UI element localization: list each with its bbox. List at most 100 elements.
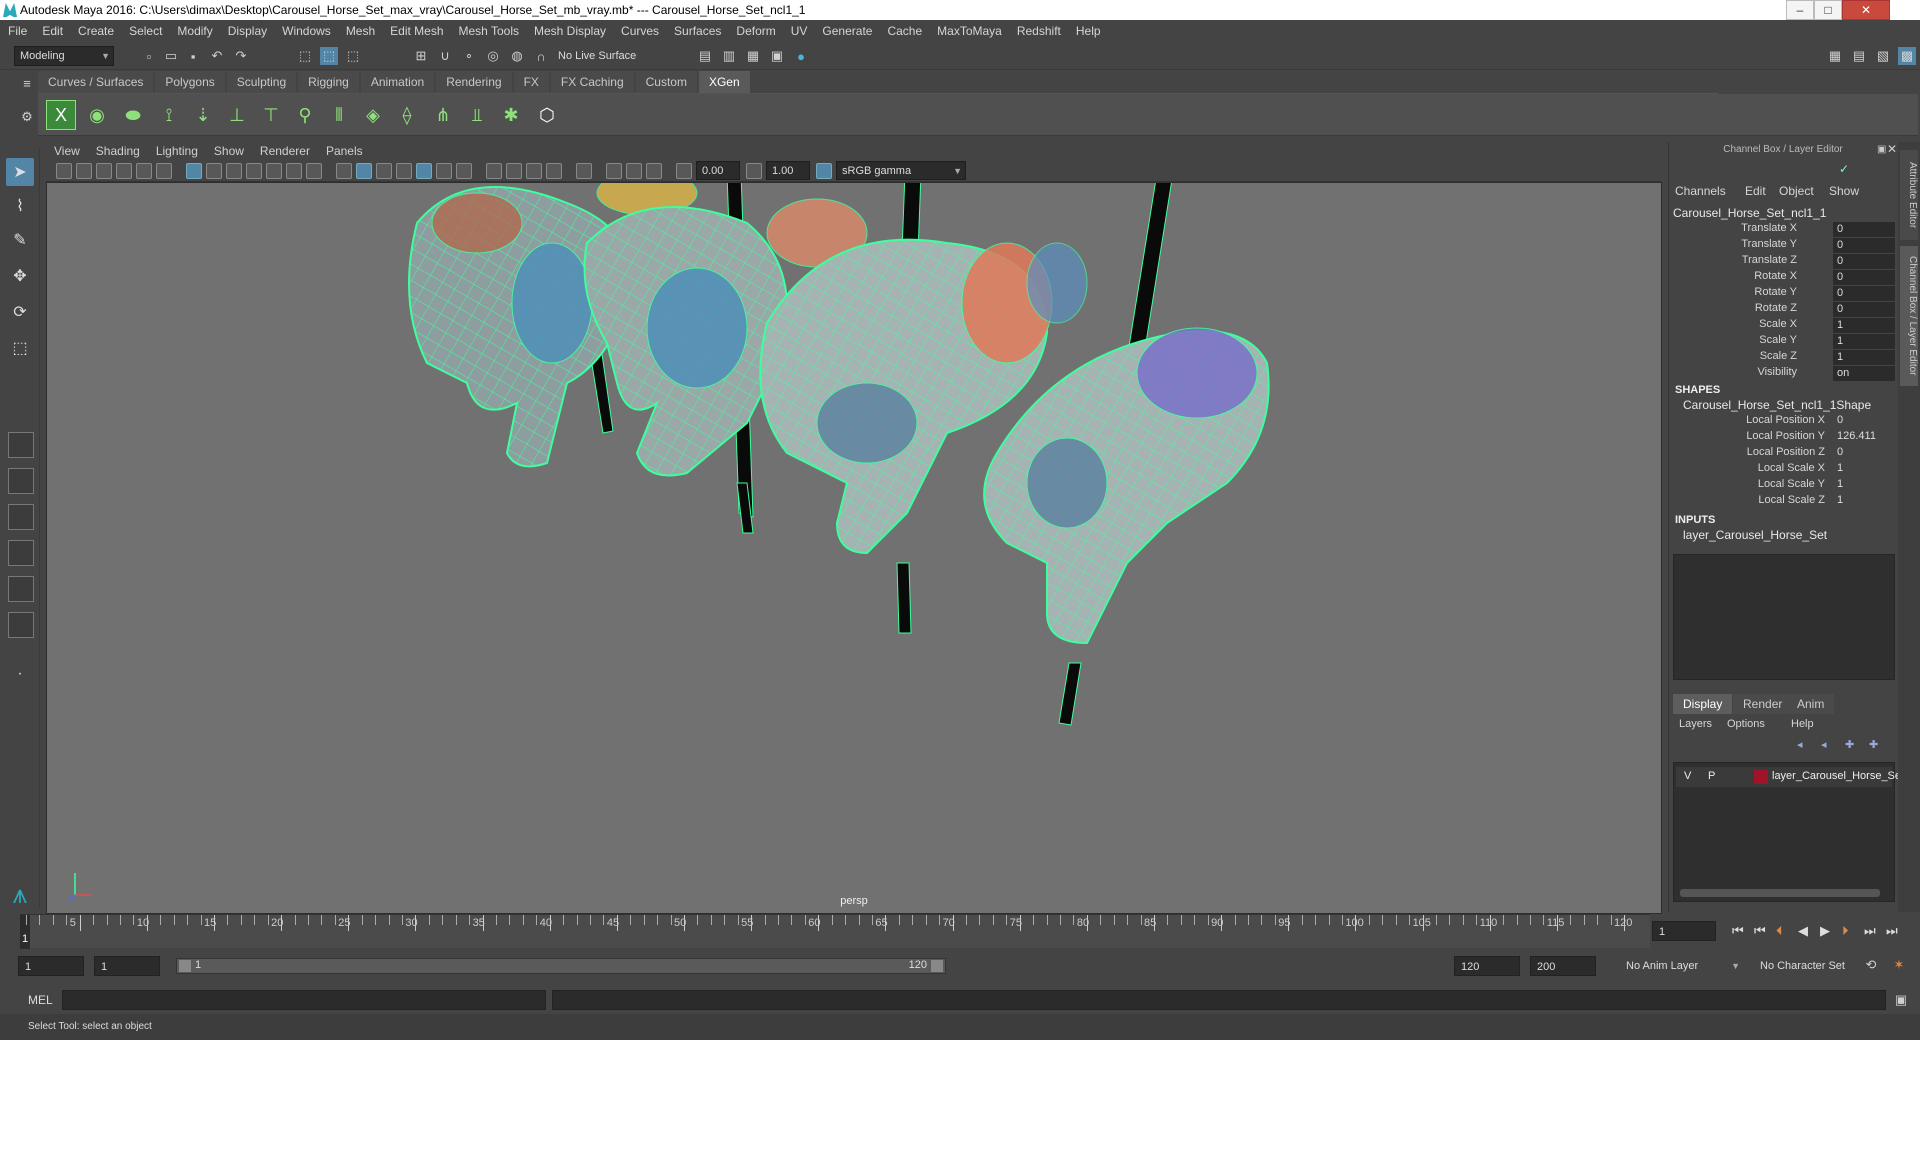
undo-icon[interactable]: ↶ <box>208 47 226 65</box>
menu-edit-mesh[interactable]: Edit Mesh <box>390 24 443 38</box>
rotate-tool-icon[interactable]: ⟳ <box>6 298 34 326</box>
menu-mesh[interactable]: Mesh <box>346 24 375 38</box>
playback-start-field[interactable]: 1 <box>94 956 160 976</box>
snap-surface-icon[interactable]: ◍ <box>508 47 526 65</box>
playback-end-field[interactable]: 120 <box>1454 956 1520 976</box>
layer-menu-layers[interactable]: Layers <box>1679 718 1712 730</box>
mode-dropdown[interactable]: Modeling ▼ <box>14 46 114 66</box>
shape-attr-value[interactable]: 0 <box>1837 414 1843 426</box>
move-layer-down-icon[interactable]: ◂ <box>1821 738 1827 751</box>
hypershade-icon[interactable]: ● <box>792 47 810 65</box>
xgen-guide-sculpt-icon[interactable]: ⊤ <box>256 100 286 130</box>
isolate-select-icon[interactable] <box>576 163 592 179</box>
menu-modify[interactable]: Modify <box>177 24 212 38</box>
layer-list-scrollbar[interactable] <box>1680 889 1880 897</box>
xray-active-icon[interactable] <box>626 163 642 179</box>
current-time-field[interactable]: 1 <box>1652 921 1716 941</box>
layer-menu-options[interactable]: Options <box>1727 718 1765 730</box>
channel-value[interactable]: 0 <box>1833 222 1895 237</box>
menu-windows[interactable]: Windows <box>282 24 331 38</box>
paint-select-icon[interactable]: ✎ <box>6 226 34 254</box>
render-sequence-icon[interactable]: ▥ <box>720 47 738 65</box>
default-material-icon[interactable] <box>376 163 392 179</box>
smooth-shade-icon[interactable] <box>356 163 372 179</box>
xgen-primitive-icon[interactable]: ⬬ <box>118 100 148 130</box>
channel-translate-x[interactable]: Translate X 0 <box>1669 222 1897 238</box>
safe-title-icon[interactable] <box>306 163 322 179</box>
channel-translate-z[interactable]: Translate Z 0 <box>1669 254 1897 270</box>
layer-visibility-toggle[interactable]: V <box>1684 770 1691 782</box>
menu-edit[interactable]: Edit <box>42 24 63 38</box>
safe-action-icon[interactable] <box>286 163 302 179</box>
modeling-toolkit-icon[interactable]: ▦ <box>1826 47 1844 65</box>
command-input[interactable] <box>62 990 546 1010</box>
menu-create[interactable]: Create <box>78 24 114 38</box>
channel-visibility[interactable]: Visibility on <box>1669 366 1897 382</box>
shape-attr-value[interactable]: 0 <box>1837 446 1843 458</box>
tab-anim[interactable]: Anim <box>1787 694 1835 714</box>
tab-display[interactable]: Display <box>1673 694 1733 714</box>
menu-help[interactable]: Help <box>1076 24 1101 38</box>
end-time-field[interactable]: 200 <box>1530 956 1596 976</box>
tab-sculpting[interactable]: Sculpting <box>226 71 297 93</box>
step-back-key-icon[interactable]: ⏮ <box>1754 923 1766 939</box>
channel-rotate-x[interactable]: Rotate X 0 <box>1669 270 1897 286</box>
channel-rotate-z[interactable]: Rotate Z 0 <box>1669 302 1897 318</box>
menu-display[interactable]: Display <box>228 24 267 38</box>
gate-mask-icon[interactable] <box>246 163 262 179</box>
tab-curves-surfaces[interactable]: Curves / Surfaces <box>38 71 154 93</box>
new-layer-selected-icon[interactable]: ✚ <box>1869 738 1878 751</box>
wireframe-on-shaded-icon[interactable] <box>396 163 412 179</box>
viewport-menu-panels[interactable]: Panels <box>326 144 363 158</box>
menu-mesh-display[interactable]: Mesh Display <box>534 24 606 38</box>
select-hierarchy-icon[interactable]: ⬚ <box>296 47 314 65</box>
ambient-occlusion-icon[interactable] <box>486 163 502 179</box>
close-button[interactable]: ✕ <box>1842 0 1890 20</box>
grease-pencil-icon[interactable] <box>156 163 172 179</box>
bookmark-icon[interactable] <box>96 163 112 179</box>
menu-maxtomaya[interactable]: MaxToMaya <box>937 24 1002 38</box>
close-panel-icon[interactable]: ✕ <box>1887 142 1897 156</box>
viewport-menu-show[interactable]: Show <box>214 144 244 158</box>
script-language-label[interactable]: MEL <box>28 993 53 1007</box>
camera-icon[interactable] <box>56 163 72 179</box>
time-slider[interactable]: 1 5 10 15 20 25 30 35 40 45 50 55 60 65 70 75 80 85 90 95 1… <box>20 914 1650 949</box>
cb-menu-object[interactable]: Object <box>1779 184 1814 198</box>
tab-channel-box-layer-editor[interactable]: Channel Box / Layer Editor <box>1900 246 1918 386</box>
xgen-comb-icon[interactable]: ⫫ <box>462 100 492 130</box>
new-layer-icon[interactable]: ✚ <box>1845 738 1854 751</box>
scale-tool-icon[interactable]: ⬚ <box>6 334 34 362</box>
tab-attribute-editor[interactable]: Attribute Editor <box>1900 150 1918 240</box>
magnet-icon[interactable]: ∩ <box>532 47 550 65</box>
menu-mesh-tools[interactable]: Mesh Tools <box>459 24 519 38</box>
cb-menu-show[interactable]: Show <box>1829 184 1859 198</box>
channel-value[interactable]: 0 <box>1833 270 1895 285</box>
channel-translate-y[interactable]: Translate Y 0 <box>1669 238 1897 254</box>
save-scene-icon[interactable]: ▪ <box>184 47 202 65</box>
script-editor-icon[interactable]: ▣ <box>1892 991 1910 1009</box>
float-panel-icon[interactable]: ▣ <box>1877 144 1886 155</box>
use-all-lights-icon[interactable] <box>436 163 452 179</box>
xgen-preview-icon[interactable]: ◉ <box>82 100 112 130</box>
exposure-field[interactable]: 0.00 <box>696 161 740 180</box>
two-d-pan-icon[interactable] <box>136 163 152 179</box>
shape-local-position-x[interactable]: Local Position X 0 <box>1669 414 1897 430</box>
open-scene-icon[interactable]: ▭ <box>162 47 180 65</box>
exposure-icon[interactable] <box>676 163 692 179</box>
wireframe-icon[interactable] <box>336 163 352 179</box>
shape-local-position-y[interactable]: Local Position Y 126.411 <box>1669 430 1897 446</box>
shape-attr-value[interactable]: 1 <box>1837 478 1843 490</box>
menu-file[interactable]: File <box>8 24 27 38</box>
tab-xgen[interactable]: XGen <box>698 71 750 93</box>
field-chart-icon[interactable] <box>266 163 282 179</box>
shape-local-scale-z[interactable]: Local Scale Z 1 <box>1669 494 1897 510</box>
maya-home-icon[interactable]: ⩚ <box>6 880 34 908</box>
layer-name[interactable]: layer_Carousel_Horse_Se <box>1772 770 1901 782</box>
viewport-menu-shading[interactable]: Shading <box>96 144 140 158</box>
menu-surfaces[interactable]: Surfaces <box>674 24 721 38</box>
start-time-field[interactable]: 1 <box>18 956 84 976</box>
layer-row[interactable]: V P layer_Carousel_Horse_Se <box>1676 767 1901 787</box>
input-node-name[interactable]: layer_Carousel_Horse_Set <box>1683 528 1827 542</box>
live-surface-field[interactable]: No Live Surface <box>552 46 652 66</box>
tab-fx[interactable]: FX <box>513 71 549 93</box>
